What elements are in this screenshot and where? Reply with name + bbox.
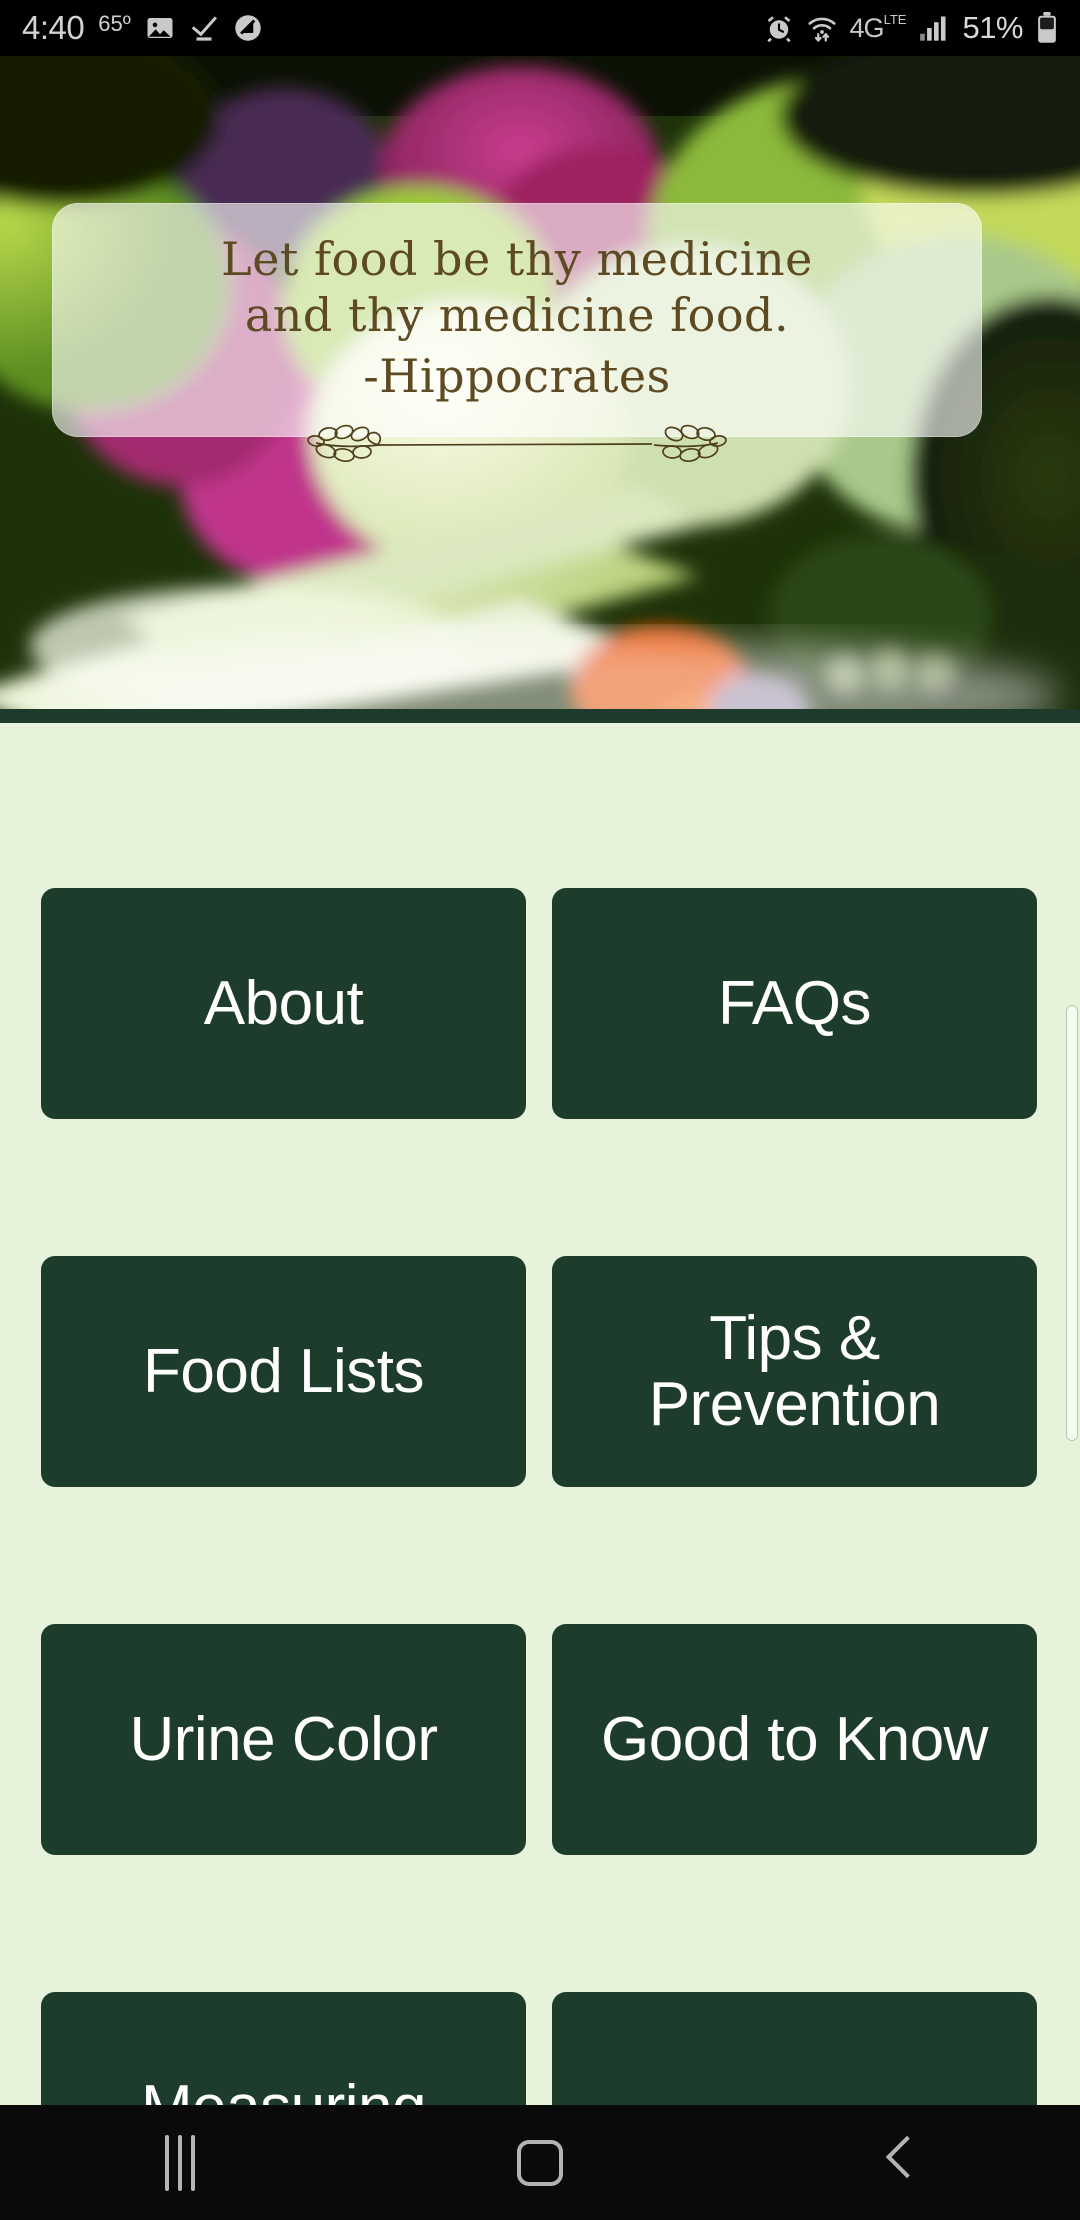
hero-bottom-strip <box>0 709 1080 723</box>
checkmark-icon <box>189 13 219 43</box>
quote-card: Let food be thy medicine and thy medicin… <box>52 203 982 463</box>
menu-tile-food-lists[interactable]: Food Lists <box>41 1256 526 1487</box>
network-subtype-label: LTE <box>883 11 907 27</box>
recents-icon <box>165 2134 195 2191</box>
quote-attribution: -Hippocrates <box>363 349 671 404</box>
menu-grid: About FAQs Food Lists Tips & Prevention … <box>0 888 1080 2105</box>
status-bar-right: 4G LTE 51% <box>764 10 1058 46</box>
network-type-label: 4G <box>849 12 885 43</box>
quote-line-2: and thy medicine food. <box>244 288 790 343</box>
network-4glte-icon: 4G LTE <box>849 11 907 43</box>
back-chevron-icon <box>885 2137 915 2189</box>
scrollbar-track[interactable] <box>1066 723 1080 2105</box>
menu-tile-about[interactable]: About <box>41 888 526 1119</box>
image-icon <box>145 13 175 43</box>
mute-icon <box>233 13 263 43</box>
status-temperature: 65º <box>98 11 131 36</box>
scrollbar-thumb[interactable] <box>1066 1005 1078 1441</box>
menu-tile-measuring[interactable]: Measuring <box>41 1992 526 2105</box>
app-screen: 4:40 65º 4G LTE 51% Let food be thy medi… <box>0 0 1080 2220</box>
hero-banner: Let food be thy medicine and thy medicin… <box>0 56 1080 723</box>
menu-tile-urine-color[interactable]: Urine Color <box>41 1624 526 1855</box>
battery-percent-label: 51% <box>962 10 1023 45</box>
battery-icon <box>1036 12 1058 44</box>
alarm-icon <box>764 13 794 43</box>
menu-content: About FAQs Food Lists Tips & Prevention … <box>0 723 1080 2105</box>
home-icon <box>517 2139 563 2186</box>
nav-home-button[interactable] <box>360 2105 720 2220</box>
nav-back-button[interactable] <box>720 2105 1080 2220</box>
menu-tile-faqs[interactable]: FAQs <box>552 888 1037 1119</box>
system-navigation-bar <box>0 2105 1080 2220</box>
menu-tile-good-to-know[interactable]: Good to Know <box>552 1624 1037 1855</box>
quote-line-1: Let food be thy medicine <box>221 232 813 286</box>
nav-recents-button[interactable] <box>0 2105 360 2220</box>
status-clock: 4:40 <box>22 9 85 46</box>
signal-bars-icon <box>919 14 949 42</box>
menu-tile-next[interactable] <box>552 1992 1037 2105</box>
menu-tile-tips-prevention[interactable]: Tips & Prevention <box>552 1256 1037 1487</box>
status-bar: 4:40 65º 4G LTE 51% <box>0 0 1080 56</box>
floral-divider-icon <box>282 419 752 467</box>
wifi-transfer-icon <box>807 13 837 43</box>
status-bar-left: 4:40 65º <box>22 9 263 47</box>
